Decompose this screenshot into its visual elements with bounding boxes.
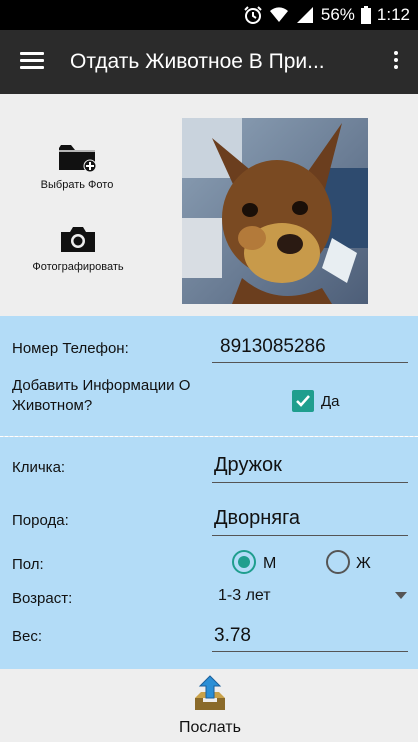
breed-input-underline [212,535,408,536]
status-bar: 56% 1:12 [0,0,418,30]
breed-input[interactable]: Дворняга [214,507,300,530]
age-value: 1-3 лет [218,587,271,604]
wifi-icon [269,7,288,23]
name-input[interactable]: Дружок [214,454,282,477]
weight-input-underline [212,651,408,652]
sex-female-radio[interactable] [326,550,350,574]
signal-icon [296,7,313,23]
phone-input-underline [212,362,408,363]
photo-section: Выбрать Фото Фотографировать [0,94,418,316]
sex-male-radio[interactable] [232,550,256,574]
alarm-icon [244,6,262,24]
sex-female-label: Ж [356,555,371,572]
sex-label: Пол: [12,556,44,573]
camera-icon [61,227,95,252]
yes-label: Да [321,393,340,410]
send-label: Послать [179,719,241,736]
send-button[interactable]: Послать [160,674,260,738]
battery-icon [360,6,371,24]
battery-percent: 56% [320,5,355,24]
add-info-checkbox[interactable] [292,390,314,412]
more-vert-icon [394,51,398,55]
pick-photo-label: Выбрать Фото [40,179,114,191]
dropdown-arrow-icon [395,592,407,599]
add-info-label: Добавить Информации О Животном? [12,377,191,414]
clock: 1:12 [376,5,410,24]
sex-male-label: М [263,555,277,572]
upload-tray-icon [195,675,225,710]
name-input-underline [212,482,408,483]
age-spinner[interactable]: 1-3 лет [218,587,408,609]
checkmark-icon [296,395,310,407]
weight-label: Вес: [12,628,43,645]
breed-label: Порода: [12,512,69,529]
hamburger-icon [20,52,44,55]
more-options-button[interactable] [390,48,402,76]
take-photo-button[interactable]: Фотографировать [18,224,138,274]
name-label: Кличка: [12,459,66,476]
menu-button[interactable] [18,48,46,76]
age-label: Возраст: [12,590,73,607]
phone-input[interactable]: 8913085286 [220,336,326,358]
phone-label: Номер Телефон: [12,340,129,357]
weight-input[interactable]: 3.78 [214,625,251,647]
app-bar: Отдать Животное В При... [0,30,418,94]
folder-add-icon [59,145,97,173]
dog-photo-image [182,118,368,304]
pick-photo-button[interactable]: Выбрать Фото [22,142,132,192]
pet-photo [182,118,368,304]
take-photo-label: Фотографировать [32,261,124,273]
page-title: Отдать Животное В При... [70,50,325,73]
